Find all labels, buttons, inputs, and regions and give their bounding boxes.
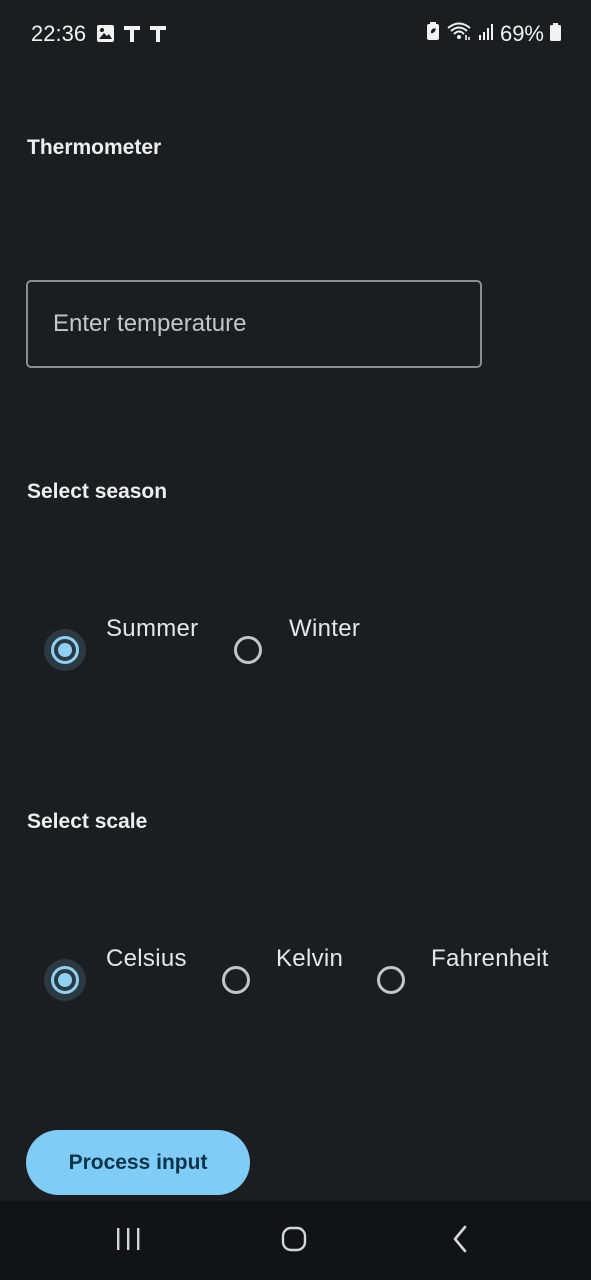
status-left-icons [96, 24, 167, 48]
signal-icon [478, 21, 494, 47]
navigation-bar [0, 1201, 591, 1280]
season-summer-label[interactable]: Summer [106, 615, 198, 643]
season-label: Select season [27, 480, 168, 503]
t-icon [149, 24, 167, 48]
battery-icon [550, 21, 561, 47]
scale-celsius-radio[interactable] [44, 959, 86, 1001]
page-title: Thermometer [27, 136, 162, 159]
back-icon [450, 1224, 470, 1259]
scale-kelvin-label[interactable]: Kelvin [276, 945, 343, 973]
scale-fahrenheit-radio[interactable] [377, 966, 405, 994]
recent-apps-icon [114, 1226, 142, 1257]
status-bar: 22:36 69% [0, 0, 591, 70]
process-input-button[interactable]: Process input [26, 1130, 250, 1195]
home-button[interactable] [274, 1223, 314, 1259]
season-winter-radio[interactable] [234, 636, 262, 664]
battery-saver-icon [426, 21, 440, 47]
wifi-icon [446, 21, 472, 47]
scale-kelvin-radio[interactable] [222, 966, 250, 994]
battery-percent: 69% [499, 21, 544, 46]
image-icon [96, 24, 115, 48]
scale-fahrenheit-label[interactable]: Fahrenheit [431, 945, 549, 973]
status-right: 69% [426, 21, 561, 47]
recent-apps-button[interactable] [108, 1223, 148, 1259]
status-time: 22:36 [31, 21, 87, 46]
scale-label: Select scale [27, 810, 148, 833]
temperature-input[interactable] [26, 280, 482, 368]
back-button[interactable] [440, 1223, 480, 1259]
season-summer-radio[interactable] [44, 629, 86, 671]
t-icon [123, 24, 141, 48]
home-icon [280, 1225, 308, 1258]
season-winter-label[interactable]: Winter [289, 615, 360, 643]
scale-celsius-label[interactable]: Celsius [106, 945, 187, 973]
